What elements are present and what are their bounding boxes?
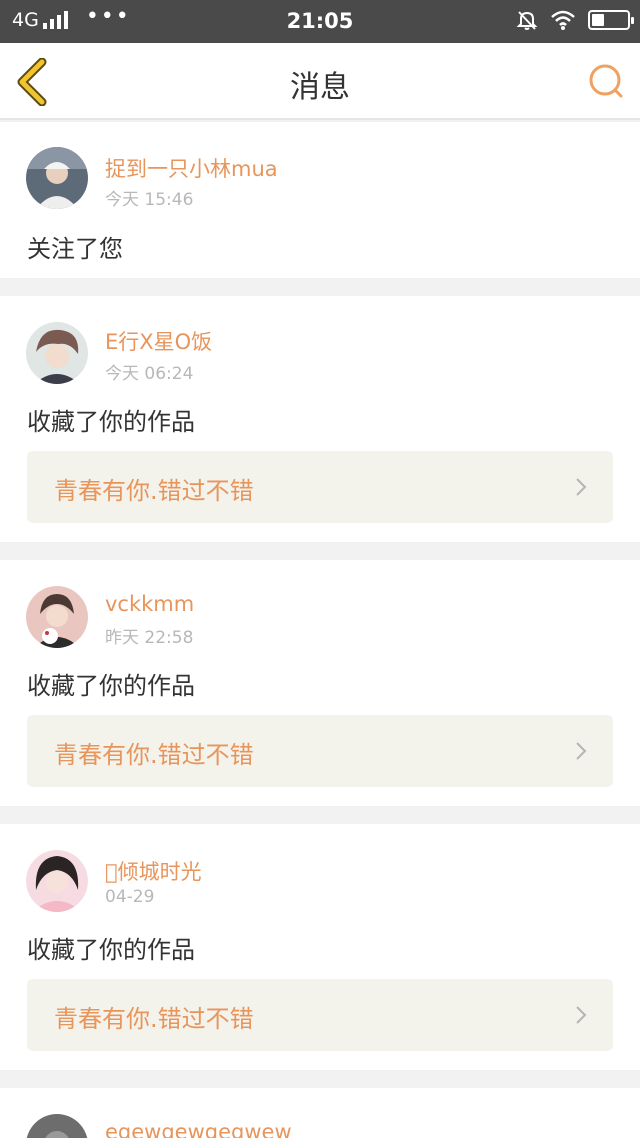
avatar[interactable] [26, 850, 88, 912]
message-username[interactable]: vckkmm [105, 592, 194, 616]
user-avatar-image [26, 322, 88, 384]
work-title: 青春有你.错过不错 [54, 477, 254, 505]
page-title: 消息 [290, 70, 350, 105]
user-avatar-image [26, 586, 88, 648]
work-link[interactable]: 青春有你.错过不错 [27, 451, 613, 523]
search-icon [589, 64, 623, 98]
user-avatar-image [26, 850, 88, 912]
mute-bell-icon [516, 11, 538, 30]
message-action: 关注了您 [27, 235, 123, 263]
search-button[interactable] [586, 61, 626, 101]
work-title: 青春有你.错过不错 [54, 741, 254, 769]
avatar[interactable] [26, 1114, 88, 1138]
nav-bar: 消息 [0, 43, 640, 120]
message-card: E行X星O饭 今天 06:24 收藏了你的作品 青春有你.错过不错 [0, 296, 640, 542]
work-link[interactable]: 青春有你.错过不错 [27, 715, 613, 787]
message-time: 今天 06:24 [105, 364, 194, 384]
message-username[interactable]: E行X星O饭 [105, 326, 212, 356]
message-action: 收藏了你的作品 [27, 408, 195, 436]
message-card: 􏰀倾城时光 04-29 收藏了你的作品 青春有你.错过不错 [0, 824, 640, 1070]
user-avatar-image [26, 1114, 88, 1138]
chevron-right-icon [576, 1006, 587, 1024]
message-card: egewgewgegwew [0, 1088, 640, 1138]
message-username[interactable]: 捉到一只小林mua [105, 153, 278, 183]
work-link[interactable]: 青春有你.错过不错 [27, 979, 613, 1051]
message-card: vckkmm 昨天 22:58 收藏了你的作品 青春有你.错过不错 [0, 560, 640, 806]
chevron-right-icon [576, 742, 587, 760]
message-card: 捉到一只小林mua 今天 15:46 关注了您 [0, 122, 640, 278]
message-action: 收藏了你的作品 [27, 672, 195, 700]
chevron-right-icon [576, 478, 587, 496]
message-time: 04-29 [105, 887, 155, 907]
message-username[interactable]: egewgewgegwew [105, 1120, 292, 1138]
message-username[interactable]: 􏰀倾城时光 [105, 856, 202, 886]
message-time: 今天 15:46 [105, 190, 194, 210]
message-action: 收藏了你的作品 [27, 936, 195, 964]
user-avatar-image [26, 147, 88, 209]
battery-icon [588, 10, 634, 30]
avatar[interactable] [26, 147, 88, 209]
message-time: 昨天 22:58 [105, 628, 194, 648]
status-right [516, 9, 634, 31]
battery-level [592, 14, 604, 26]
status-bar: 4G ••• 21:05 [0, 0, 640, 43]
work-title: 青春有你.错过不错 [54, 1005, 254, 1033]
avatar[interactable] [26, 586, 88, 648]
wifi-icon [551, 10, 575, 30]
avatar[interactable] [26, 322, 88, 384]
